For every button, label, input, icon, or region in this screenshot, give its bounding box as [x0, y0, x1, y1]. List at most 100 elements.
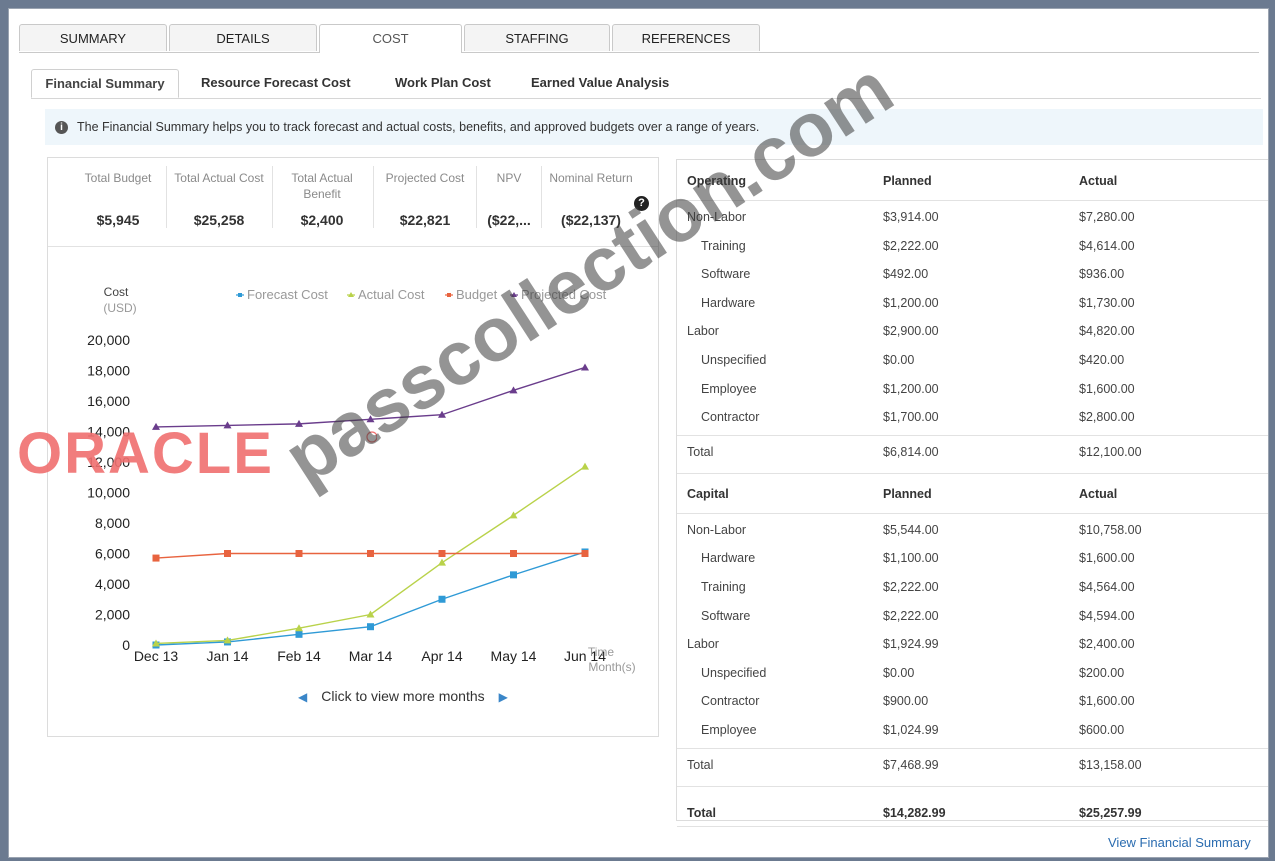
metric-total-budget: Total Budget $5,945 — [74, 170, 162, 228]
app-frame: SUMMARY DETAILS COST STAFFING REFERENCES… — [8, 8, 1269, 858]
metric-label: Nominal Return — [549, 171, 633, 185]
actual-value: $1,600.00 — [1079, 381, 1135, 396]
table-divider — [677, 785, 1268, 787]
operating-header-row: Operating Planned Actual — [677, 160, 1268, 188]
subtab-resource-forecast-cost[interactable]: Resource Forecast Cost — [201, 69, 381, 97]
x-tick-label: Jan 14 — [206, 648, 248, 664]
more-months-link[interactable]: Click to view more months — [321, 688, 484, 704]
series-forecast-cost — [152, 548, 589, 649]
legend-label: Actual Cost — [358, 287, 425, 302]
data-point — [510, 571, 517, 579]
tab-cost[interactable]: COST — [319, 24, 462, 53]
planned-value: $1,200.00 — [883, 295, 939, 310]
table-row: Labor $1,924.99 $2,400.00 — [677, 629, 1268, 657]
planned-value: $0.00 — [883, 665, 915, 680]
table-row: Training $2,222.00 $4,564.00 — [677, 572, 1268, 600]
planned-value: $7,468.99 — [883, 757, 939, 772]
planned-value: $6,814.00 — [883, 444, 939, 459]
planned-value: $492.00 — [883, 267, 929, 282]
planned-value: Planned — [883, 486, 932, 501]
tab-summary[interactable]: SUMMARY — [19, 24, 167, 51]
y-tick-label: 4,000 — [95, 576, 130, 592]
subtab-financial-summary[interactable]: Financial Summary — [31, 69, 179, 98]
table-divider — [677, 434, 1268, 436]
planned-value: $2,900.00 — [883, 324, 939, 339]
planned-value: $14,282.99 — [883, 805, 946, 820]
planned-value: $2,222.00 — [883, 238, 939, 253]
row-label: Hardware — [701, 295, 756, 310]
actual-value: $1,600.00 — [1079, 694, 1135, 709]
legend-label: Forecast Cost — [247, 287, 328, 302]
legend-marker — [238, 293, 242, 297]
actual-value: $1,600.00 — [1079, 551, 1135, 566]
table-row: Employee $1,024.99 $600.00 — [677, 715, 1268, 743]
data-point — [295, 550, 303, 557]
table-row: Hardware $1,200.00 $1,730.00 — [677, 288, 1268, 316]
metric-value: $25,258 — [193, 212, 245, 228]
y-tick-label: 8,000 — [95, 515, 130, 531]
data-point — [367, 550, 374, 557]
planned-value: $2,222.00 — [883, 580, 939, 594]
table-row: Contractor $1,700.00 $2,800.00 — [677, 402, 1268, 430]
actual-value: $2,400.00 — [1079, 637, 1135, 652]
chevron-left-icon[interactable]: ◀ — [298, 690, 307, 704]
info-icon: i — [55, 121, 68, 134]
data-point — [367, 623, 374, 631]
data-point — [438, 558, 446, 566]
table-divider — [677, 200, 1268, 201]
row-label: Contractor — [701, 410, 760, 425]
y-tick-label: 6,000 — [95, 546, 130, 562]
data-point — [438, 550, 446, 557]
planned-value: $1,100.00 — [883, 551, 939, 566]
more-months-control: ◀ Click to view more months ▶ — [298, 688, 508, 704]
view-financial-summary-link[interactable]: View Financial Summary — [1108, 835, 1251, 850]
y-axis-ticks: 0 2,000 4,000 6,000 8,000 10,000 12,000 14,000 1… — [87, 332, 130, 653]
subtab-earned-value-analysis[interactable]: Earned Value Analysis — [531, 69, 691, 97]
actual-value: $25,257.99 — [1079, 805, 1142, 820]
tab-staffing[interactable]: STAFFING — [464, 24, 610, 51]
series-budget — [152, 550, 589, 562]
data-point — [438, 595, 446, 603]
x-axis-label: Time — [588, 645, 615, 659]
help-icon[interactable]: ? — [634, 196, 649, 211]
grand-total-row: Total $14,282.99 $25,257.99 — [677, 792, 1268, 820]
row-label: Employee — [701, 381, 757, 396]
y-tick-label: 2,000 — [95, 607, 130, 623]
data-point — [152, 554, 160, 562]
data-point — [366, 610, 375, 618]
y-tick-label: 10,000 — [87, 485, 130, 501]
tab-details[interactable]: DETAILS — [169, 24, 317, 51]
actual-value: $4,594.00 — [1079, 608, 1135, 623]
tab-references[interactable]: REFERENCES — [612, 24, 760, 51]
cost-line-chart: Forecast Cost Actual Cost Budget Projected … — [87, 285, 636, 674]
actual-value: $420.00 — [1079, 353, 1125, 367]
metric-label: NPV — [496, 171, 522, 185]
actual-value: $2,800.00 — [1079, 410, 1135, 425]
x-axis-ticks: Dec 13 Jan 14 Feb 14 Mar 14 Apr 14 May 14 Jun … — [134, 648, 606, 664]
capital-header-row: Capital Planned Actual — [677, 473, 1268, 501]
subtab-work-plan-cost[interactable]: Work Plan Cost — [395, 69, 505, 97]
legend-label: Projected Cost — [521, 287, 607, 302]
actual-value: $1,730.00 — [1079, 295, 1135, 310]
series-projected-cost — [152, 363, 589, 430]
financial-chart-panel: Total Budget $5,945 Total Actual Cost $2… — [47, 157, 659, 737]
table-row: Hardware $1,100.00 $1,600.00 — [677, 543, 1268, 571]
info-text: The Financial Summary helps you to track… — [77, 120, 760, 134]
table-row: Contractor $900.00 $1,600.00 — [677, 686, 1268, 714]
y-tick-label: 14,000 — [87, 424, 130, 440]
planned-value: $1,924.99 — [883, 637, 939, 652]
y-tick-label: 20,000 — [87, 332, 130, 348]
chevron-right-icon[interactable]: ▶ — [499, 690, 508, 704]
row-label: Capital — [687, 486, 729, 501]
actual-value: Actual — [1079, 174, 1118, 188]
metric-projected-cost: Projected Cost $22,821 — [375, 170, 475, 228]
actual-value: $7,280.00 — [1079, 210, 1135, 224]
metric-total-actual-cost: Total Actual Cost $25,258 — [167, 170, 271, 228]
planned-value: Planned — [883, 174, 932, 188]
actual-value: $936.00 — [1079, 267, 1125, 282]
row-label: Training — [701, 238, 746, 253]
data-point — [510, 550, 517, 557]
planned-value: $1,700.00 — [883, 410, 939, 425]
cost-breakdown-table: Operating Planned Actual Non-Labor $3,914.00… — [676, 159, 1268, 827]
x-tick-label: May 14 — [491, 648, 537, 664]
